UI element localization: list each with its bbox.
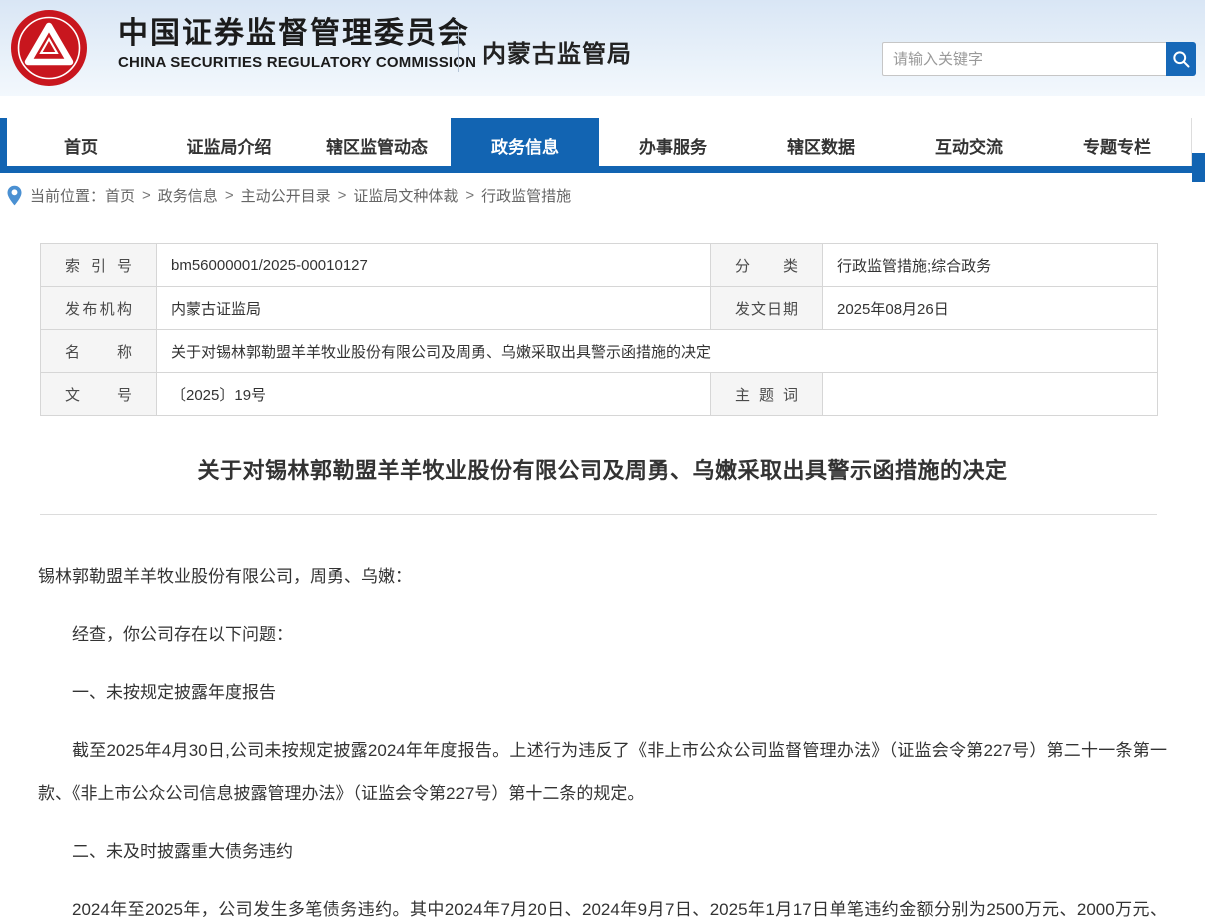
breadcrumb-separator: > (338, 187, 347, 204)
article-paragraph: 一、未按规定披露年度报告 (38, 671, 1167, 714)
nav-item-home[interactable]: 首页 (7, 118, 155, 173)
document-meta-table: 索引号 bm56000001/2025-00010127 分类 行政监管措施;综… (40, 243, 1158, 416)
org-name-cn: 中国证券监督管理委员会 (118, 16, 476, 52)
bureau-name: 内蒙古监管局 (482, 34, 632, 69)
nav-item-regional-news[interactable]: 辖区监管动态 (303, 118, 451, 173)
table-row: 文号 〔2025〕19号 主题词 (41, 373, 1158, 416)
article-paragraph: 2024年至2025年，公司发生多笔债务违约。其中2024年7月20日、2024… (38, 888, 1167, 918)
category-label: 分类 (711, 244, 823, 287)
csrc-seal-logo (10, 9, 88, 87)
breadcrumb-item-admin-measures[interactable]: 行政监管措施 (481, 185, 571, 206)
table-row: 名称 关于对锡林郭勒盟羊羊牧业股份有限公司及周勇、乌嫩采取出具警示函措施的决定 (41, 330, 1158, 373)
table-row: 发布机构 内蒙古证监局 发文日期 2025年08月26日 (41, 287, 1158, 330)
org-title-block: 中国证券监督管理委员会 CHINA SECURITIES REGULATORY … (118, 16, 476, 71)
article-body: 锡林郭勒盟羊羊牧业股份有限公司，周勇、乌嫩： 经查，你公司存在以下问题： 一、未… (0, 515, 1205, 918)
page: 中国证券监督管理委员会 CHINA SECURITIES REGULATORY … (0, 0, 1205, 918)
publisher-label: 发布机构 (41, 287, 157, 330)
nav-item-interaction[interactable]: 互动交流 (895, 118, 1043, 173)
category-value: 行政监管措施;综合政务 (823, 244, 1158, 287)
nav-item-regional-data[interactable]: 辖区数据 (747, 118, 895, 173)
breadcrumb-item-home[interactable]: 首页 (105, 185, 135, 206)
publisher-value: 内蒙古证监局 (157, 287, 711, 330)
search-icon (1171, 49, 1191, 69)
nav-item-gov-info[interactable]: 政务信息 (451, 118, 599, 173)
breadcrumb-item-doc-genre[interactable]: 证监局文种体裁 (353, 185, 458, 206)
nav-items: 首页 证监局介绍 辖区监管动态 政务信息 办事服务 辖区数据 互动交流 专题专栏 (7, 118, 1192, 166)
nav-right-accent (1192, 153, 1205, 182)
search-button[interactable] (1166, 42, 1196, 76)
breadcrumb-separator: > (225, 187, 234, 204)
search-input[interactable] (882, 42, 1166, 76)
subject-words-label: 主题词 (711, 373, 823, 416)
header-divider (458, 26, 459, 72)
location-pin-icon (6, 185, 23, 206)
pubdate-value: 2025年08月26日 (823, 287, 1158, 330)
main-nav: 首页 证监局介绍 辖区监管动态 政务信息 办事服务 辖区数据 互动交流 专题专栏 (0, 118, 1205, 173)
breadcrumb: 当前位置： 首页 > 政务信息 > 主动公开目录 > 证监局文种体裁 > 行政监… (0, 173, 1205, 217)
article-paragraph: 经查，你公司存在以下问题： (38, 613, 1167, 656)
breadcrumb-item-gov-info[interactable]: 政务信息 (158, 185, 218, 206)
search-box (882, 42, 1196, 76)
doc-name-value: 关于对锡林郭勒盟羊羊牧业股份有限公司及周勇、乌嫩采取出具警示函措施的决定 (157, 330, 1158, 373)
breadcrumb-prefix: 当前位置： (30, 185, 105, 206)
doc-name-label: 名称 (41, 330, 157, 373)
pubdate-label: 发文日期 (711, 287, 823, 330)
nav-item-special-topics[interactable]: 专题专栏 (1043, 118, 1191, 173)
table-row: 索引号 bm56000001/2025-00010127 分类 行政监管措施;综… (41, 244, 1158, 287)
doc-number-value: 〔2025〕19号 (157, 373, 711, 416)
article-title: 关于对锡林郭勒盟羊羊牧业股份有限公司及周勇、乌嫩采取出具警示函措施的决定 (0, 453, 1205, 485)
index-number-label: 索引号 (41, 244, 157, 287)
index-number-value: bm56000001/2025-00010127 (157, 244, 711, 287)
article-paragraph: 二、未及时披露重大债务违约 (38, 830, 1167, 873)
doc-number-label: 文号 (41, 373, 157, 416)
article-paragraph: 锡林郭勒盟羊羊牧业股份有限公司，周勇、乌嫩： (38, 555, 1167, 598)
breadcrumb-item-open-catalog[interactable]: 主动公开目录 (241, 185, 331, 206)
nav-left-accent (0, 118, 7, 173)
site-header: 中国证券监督管理委员会 CHINA SECURITIES REGULATORY … (0, 0, 1205, 96)
subject-words-value (823, 373, 1158, 416)
nav-item-bureau-intro[interactable]: 证监局介绍 (155, 118, 303, 173)
article-paragraph: 截至2025年4月30日,公司未按规定披露2024年年度报告。上述行为违反了《非… (38, 729, 1167, 815)
nav-item-services[interactable]: 办事服务 (599, 118, 747, 173)
breadcrumb-separator: > (142, 187, 151, 204)
breadcrumb-separator: > (465, 187, 474, 204)
org-name-en: CHINA SECURITIES REGULATORY COMMISSION (118, 54, 476, 71)
